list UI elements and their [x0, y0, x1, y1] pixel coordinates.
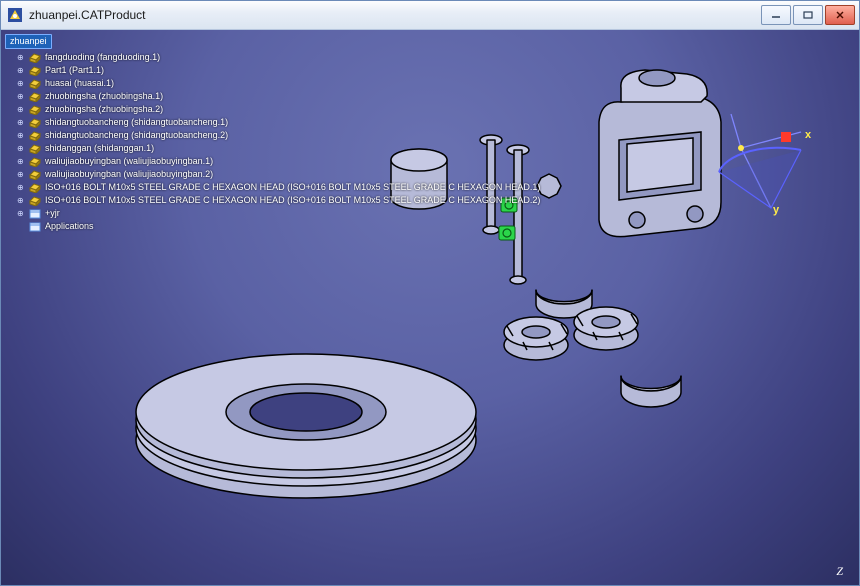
part-icon [29, 157, 41, 167]
tree-expander-icon[interactable]: ⊕ [17, 194, 25, 207]
tree-item[interactable]: Applications [5, 220, 540, 233]
tree-item-label: ISO+016 BOLT M10x5 STEEL GRADE C HEXAGON… [45, 194, 540, 207]
tree-item-label: huasai (huasai.1) [45, 77, 114, 90]
window-title: zhuanpei.CATProduct [29, 8, 761, 22]
part-icon [29, 105, 41, 115]
tree-item-label: Part1 (Part1.1) [45, 64, 104, 77]
tree-item-label: zhuobingsha (zhuobingsha.1) [45, 90, 163, 103]
tree-item[interactable]: ⊕ waliujiaobuyingban (waliujiaobuyingban.… [5, 155, 540, 168]
tree-expander-icon[interactable]: ⊕ [17, 116, 25, 129]
part-icon [29, 53, 41, 63]
tree-expander-icon[interactable]: ⊕ [17, 142, 25, 155]
axis-y-label: y [773, 204, 780, 216]
tree-item[interactable]: ⊕ zhuobingsha (zhuobingsha.2) [5, 103, 540, 116]
tree-item-label: ISO+016 BOLT M10x5 STEEL GRADE C HEXAGON… [45, 181, 540, 194]
part-icon [29, 92, 41, 102]
axis-z-label: Z [836, 564, 843, 579]
part-icon [29, 131, 41, 141]
tree-item[interactable]: ⊕ waliujiaobuyingban (waliujiaobuyingban.… [5, 168, 540, 181]
part-star [537, 174, 561, 198]
document-icon [29, 209, 41, 219]
3d-viewport[interactable]: zhuanpei ⊕ fangduoding (fangduoding.1) ⊕ Pa… [1, 30, 859, 585]
part-icon [29, 183, 41, 193]
tree-expander-icon[interactable]: ⊕ [17, 181, 25, 194]
part-icon [29, 196, 41, 206]
tree-item[interactable]: ⊕ shidanggan (shidanggan.1) [5, 142, 540, 155]
tree-expander-icon[interactable]: ⊕ [17, 64, 25, 77]
tree-item[interactable]: ⊕ shidangtuobancheng (shidangtuobancheng.… [5, 129, 540, 142]
tree-item-label: waliujiaobuyingban (waliujiaobuyingban.1… [45, 155, 213, 168]
axis-x-label: x [805, 129, 812, 141]
tree-item[interactable]: ⊕ huasai (huasai.1) [5, 77, 540, 90]
tree-item-label: waliujiaobuyingban (waliujiaobuyingban.2… [45, 168, 213, 181]
specification-tree[interactable]: zhuanpei ⊕ fangduoding (fangduoding.1) ⊕ Pa… [5, 34, 540, 233]
tree-item-label: +yjr [45, 207, 60, 220]
part-icon [29, 170, 41, 180]
applications-icon [29, 222, 41, 232]
tree-item[interactable]: ⊕ ISO+016 BOLT M10x5 STEEL GRADE C HEXAGO… [5, 181, 540, 194]
tree-root-label: zhuanpei [10, 35, 47, 48]
tree-item-label: shidangtuobancheng (shidangtuobancheng.1… [45, 116, 228, 129]
tree-expander-icon[interactable]: ⊕ [17, 129, 25, 142]
tree-expander-icon[interactable]: ⊕ [17, 51, 25, 64]
title-bar[interactable]: zhuanpei.CATProduct [1, 1, 859, 30]
tree-item[interactable]: ⊕ ISO+016 BOLT M10x5 STEEL GRADE C HEXAGO… [5, 194, 540, 207]
tree-item[interactable]: ⊕ shidangtuobancheng (shidangtuobancheng.… [5, 116, 540, 129]
part-icon [29, 66, 41, 76]
tree-item[interactable]: ⊕ zhuobingsha (zhuobingsha.1) [5, 90, 540, 103]
app-icon [7, 7, 23, 23]
tree-item[interactable]: ⊕ fangduoding (fangduoding.1) [5, 51, 540, 64]
tree-expander-icon[interactable]: ⊕ [17, 155, 25, 168]
tree-item-label: zhuobingsha (zhuobingsha.2) [45, 103, 163, 116]
tree-item-label: shidangtuobancheng (shidangtuobancheng.2… [45, 129, 228, 142]
maximize-button[interactable] [793, 5, 823, 25]
tree-expander-icon[interactable]: ⊕ [17, 77, 25, 90]
part-pad-2 [621, 376, 681, 407]
minimize-button[interactable] [761, 5, 791, 25]
tree-item[interactable]: ⊕ Part1 (Part1.1) [5, 64, 540, 77]
part-rotor-disc [136, 354, 476, 498]
compass[interactable]: x y [701, 108, 821, 218]
part-icon [29, 118, 41, 128]
tree-item-label: shidanggan (shidanggan.1) [45, 142, 154, 155]
window-controls [761, 5, 855, 25]
tree-item-label: Applications [45, 220, 94, 233]
app-window: zhuanpei.CATProduct [0, 0, 860, 586]
part-hub-right [574, 307, 638, 350]
tree-item-label: fangduoding (fangduoding.1) [45, 51, 160, 64]
tree-expander-icon[interactable]: ⊕ [17, 168, 25, 181]
tree-root-node[interactable]: zhuanpei [5, 34, 52, 49]
part-hub-left [504, 317, 568, 360]
tree-expander-icon[interactable]: ⊕ [17, 207, 25, 220]
tree-item[interactable]: ⊕ +yjr [5, 207, 540, 220]
tree-expander-icon[interactable]: ⊕ [17, 90, 25, 103]
part-icon [29, 79, 41, 89]
part-icon [29, 144, 41, 154]
close-button[interactable] [825, 5, 855, 25]
tree-expander-icon[interactable]: ⊕ [17, 103, 25, 116]
